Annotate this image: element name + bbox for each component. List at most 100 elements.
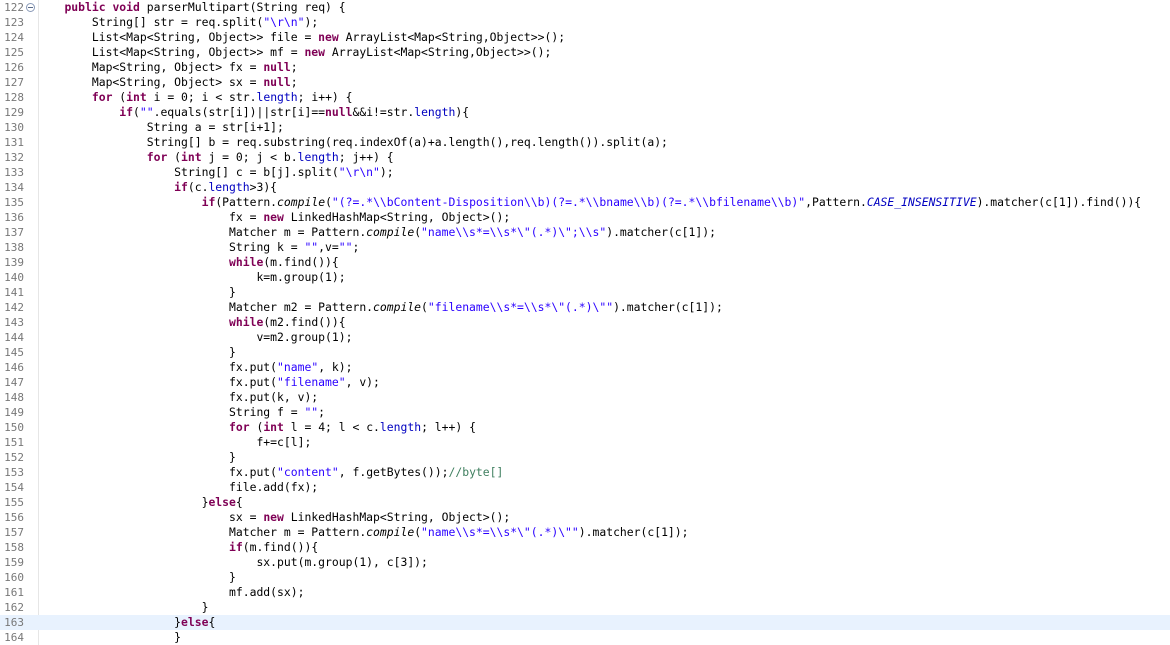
code-line[interactable]: 158 if(m.find()){ — [0, 540, 1170, 555]
code-content[interactable]: if(c.length>3){ — [37, 180, 277, 195]
code-content[interactable]: for (int j = 0; j < b.length; j++) { — [37, 150, 394, 165]
code-content[interactable]: Matcher m2 = Pattern.compile("filename\\… — [37, 300, 723, 315]
code-content[interactable]: Map<String, Object> fx = null; — [37, 60, 298, 75]
line-number: 159 — [4, 556, 24, 569]
code-content[interactable]: Matcher m = Pattern.compile("name\\s*=\\… — [37, 525, 689, 540]
code-content[interactable]: String k = "",v=""; — [37, 240, 359, 255]
code-content[interactable]: for (int l = 4; l < c.length; l++) { — [37, 420, 476, 435]
code-line[interactable]: 135 if(Pattern.compile("(?=.*\\bContent-… — [0, 195, 1170, 210]
code-line[interactable]: 149 String f = ""; — [0, 405, 1170, 420]
code-line[interactable]: 157 Matcher m = Pattern.compile("name\\s… — [0, 525, 1170, 540]
code-line[interactable]: 129 if("".equals(str[i])||str[i]==null&&… — [0, 105, 1170, 120]
keyword-token: void — [112, 0, 140, 14]
code-line[interactable]: 138 String k = "",v=""; — [0, 240, 1170, 255]
code-content[interactable]: fx.put("filename", v); — [37, 375, 380, 390]
code-content[interactable]: } — [37, 450, 236, 465]
code-text: >3){ — [249, 180, 278, 194]
code-line[interactable]: 128 for (int i = 0; i < str.length; i++)… — [0, 90, 1170, 105]
code-content[interactable]: v=m2.group(1); — [37, 330, 352, 345]
code-content[interactable]: } — [37, 600, 209, 615]
code-line[interactable]: 161 mf.add(sx); — [0, 585, 1170, 600]
string-literal: "filename" — [277, 375, 346, 389]
keyword-token: else — [208, 495, 236, 509]
code-text: ); — [304, 15, 319, 29]
code-line[interactable]: 136 fx = new LinkedHashMap<String, Objec… — [0, 210, 1170, 225]
code-line[interactable]: 125 List<Map<String, Object>> mf = new A… — [0, 45, 1170, 60]
code-line[interactable]: 122 public void parserMultipart(String r… — [0, 0, 1170, 15]
code-content[interactable]: String a = str[i+1]; — [37, 120, 284, 135]
line-number: 157 — [4, 526, 24, 539]
code-text: ).matcher(c[1]); — [613, 300, 723, 314]
code-line[interactable]: 140 k=m.group(1); — [0, 270, 1170, 285]
field-token: length — [256, 90, 298, 104]
code-content[interactable]: } — [37, 345, 236, 360]
code-content[interactable]: List<Map<String, Object>> mf = new Array… — [37, 45, 551, 60]
code-line[interactable]: 134 if(c.length>3){ — [0, 180, 1170, 195]
code-content[interactable]: public void parserMultipart(String req) … — [37, 0, 345, 15]
code-editor[interactable]: 122 public void parserMultipart(String r… — [0, 0, 1170, 645]
code-line[interactable]: 155 }else{ — [0, 495, 1170, 510]
code-content[interactable]: fx.put("name", k); — [37, 360, 352, 375]
code-line[interactable]: 151 f+=c[l]; — [0, 435, 1170, 450]
code-line[interactable]: 164 } — [0, 630, 1170, 645]
code-line[interactable]: 124 List<Map<String, Object>> file = new… — [0, 30, 1170, 45]
code-line[interactable]: 142 Matcher m2 = Pattern.compile("filena… — [0, 300, 1170, 315]
code-line[interactable]: 141 } — [0, 285, 1170, 300]
code-line[interactable]: 150 for (int l = 4; l < c.length; l++) { — [0, 420, 1170, 435]
code-line[interactable]: 123 String[] str = req.split("\r\n"); — [0, 15, 1170, 30]
code-content[interactable]: String f = ""; — [37, 405, 325, 420]
code-content[interactable]: fx.put("content", f.getBytes());//byte[] — [37, 465, 503, 480]
code-content[interactable]: k=m.group(1); — [37, 270, 345, 285]
code-line[interactable]: 127 Map<String, Object> sx = null; — [0, 75, 1170, 90]
code-line[interactable]: 156 sx = new LinkedHashMap<String, Objec… — [0, 510, 1170, 525]
code-line[interactable]: 154 file.add(fx); — [0, 480, 1170, 495]
code-content[interactable]: String[] c = b[j].split("\r\n"); — [37, 165, 393, 180]
code-line[interactable]: 143 while(m2.find()){ — [0, 315, 1170, 330]
code-content[interactable]: List<Map<String, Object>> file = new Arr… — [37, 30, 565, 45]
code-text: ( — [112, 90, 127, 104]
code-content[interactable]: while(m.find()){ — [37, 255, 339, 270]
fold-collapse-icon[interactable] — [26, 3, 35, 12]
code-line[interactable]: 137 Matcher m = Pattern.compile("name\\s… — [0, 225, 1170, 240]
code-content[interactable]: String[] str = req.split("\r\n"); — [37, 15, 318, 30]
code-content[interactable]: for (int i = 0; i < str.length; i++) { — [37, 90, 353, 105]
code-line[interactable]: 126 Map<String, Object> fx = null; — [0, 60, 1170, 75]
code-line[interactable]: 132 for (int j = 0; j < b.length; j++) { — [0, 150, 1170, 165]
code-content[interactable]: if(Pattern.compile("(?=.*\\bContent-Disp… — [37, 195, 1142, 210]
code-line[interactable]: 160 } — [0, 570, 1170, 585]
code-content[interactable]: String[] b = req.substring(req.indexOf(a… — [37, 135, 668, 150]
code-content[interactable]: f+=c[l]; — [37, 435, 311, 450]
code-line[interactable]: 163 }else{ — [0, 615, 1170, 630]
code-content[interactable]: fx = new LinkedHashMap<String, Object>()… — [37, 210, 510, 225]
code-content[interactable]: } — [37, 285, 236, 300]
code-line[interactable]: 147 fx.put("filename", v); — [0, 375, 1170, 390]
code-content[interactable]: Map<String, Object> sx = null; — [37, 75, 298, 90]
code-line[interactable]: 159 sx.put(m.group(1), c[3]); — [0, 555, 1170, 570]
code-content[interactable]: } — [37, 630, 181, 645]
code-content[interactable]: if(m.find()){ — [37, 540, 318, 555]
code-line[interactable]: 144 v=m2.group(1); — [0, 330, 1170, 345]
field-token: length — [208, 180, 250, 194]
code-content[interactable]: sx.put(m.group(1), c[3]); — [37, 555, 427, 570]
code-line[interactable]: 146 fx.put("name", k); — [0, 360, 1170, 375]
code-line[interactable]: 153 fx.put("content", f.getBytes());//by… — [0, 465, 1170, 480]
code-content[interactable]: file.add(fx); — [37, 480, 318, 495]
code-content[interactable]: mf.add(sx); — [37, 585, 304, 600]
code-line[interactable]: 162 } — [0, 600, 1170, 615]
line-number: 156 — [4, 511, 24, 524]
code-line[interactable]: 148 fx.put(k, v); — [0, 390, 1170, 405]
code-content[interactable]: }else{ — [37, 615, 216, 630]
code-content[interactable]: Matcher m = Pattern.compile("name\\s*=\\… — [37, 225, 716, 240]
code-line[interactable]: 130 String a = str[i+1]; — [0, 120, 1170, 135]
code-content[interactable]: }else{ — [37, 495, 243, 510]
code-line[interactable]: 152 } — [0, 450, 1170, 465]
code-content[interactable]: fx.put(k, v); — [37, 390, 318, 405]
code-line[interactable]: 145 } — [0, 345, 1170, 360]
code-content[interactable]: sx = new LinkedHashMap<String, Object>()… — [37, 510, 510, 525]
code-content[interactable]: } — [37, 570, 236, 585]
code-line[interactable]: 131 String[] b = req.substring(req.index… — [0, 135, 1170, 150]
code-line[interactable]: 139 while(m.find()){ — [0, 255, 1170, 270]
code-content[interactable]: if("".equals(str[i])||str[i]==null&&i!=s… — [37, 105, 469, 120]
code-content[interactable]: while(m2.find()){ — [37, 315, 346, 330]
code-line[interactable]: 133 String[] c = b[j].split("\r\n"); — [0, 165, 1170, 180]
